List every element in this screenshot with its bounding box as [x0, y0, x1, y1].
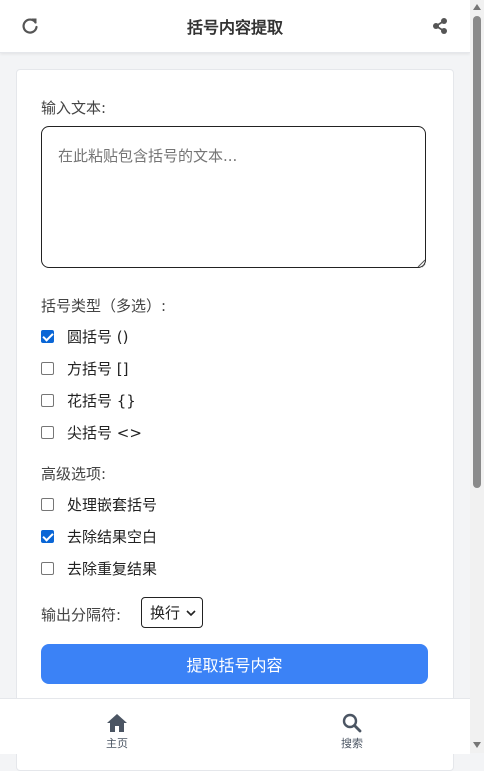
- input-label: 输入文本:: [41, 99, 107, 117]
- bracket-type-square[interactable]: 方括号 []: [41, 358, 128, 378]
- bracket-type-angle[interactable]: 尖括号 <>: [41, 422, 142, 442]
- advanced-label: 高级选项:: [41, 465, 107, 483]
- top-bar: 括号内容提取: [0, 0, 470, 53]
- checkbox-checked[interactable]: [41, 329, 54, 343]
- checkbox-label: 去除重复结果: [67, 559, 158, 578]
- checkbox-label: 圆括号 (): [67, 327, 129, 346]
- option-trim-whitespace[interactable]: 去除结果空白: [41, 526, 157, 546]
- nav-home[interactable]: 主页: [77, 699, 157, 754]
- option-dedupe[interactable]: 去除重复结果: [41, 558, 157, 578]
- bracket-types-label: 括号类型（多选）:: [41, 297, 167, 315]
- bracket-type-curly[interactable]: 花括号 {}: [41, 390, 136, 410]
- checkbox-unchecked[interactable]: [41, 561, 54, 575]
- nav-home-label: 主页: [106, 737, 128, 750]
- nav-search[interactable]: 搜索: [312, 699, 392, 754]
- checkbox-label: 方括号 []: [67, 359, 129, 378]
- page-title: 括号内容提取: [186, 18, 283, 37]
- scrollbar[interactable]: [470, 0, 484, 753]
- extract-button[interactable]: 提取括号内容: [41, 644, 428, 684]
- checkbox-unchecked[interactable]: [41, 361, 54, 375]
- separator-label: 输出分隔符:: [41, 606, 122, 624]
- refresh-icon[interactable]: [20, 16, 40, 36]
- chevron-down-icon: [186, 610, 196, 617]
- checkbox-label: 花括号 {}: [67, 391, 136, 410]
- option-nested[interactable]: 处理嵌套括号: [41, 494, 157, 514]
- text-input[interactable]: [41, 126, 426, 268]
- scroll-down-arrow-icon[interactable]: [473, 742, 481, 748]
- checkbox-checked[interactable]: [41, 529, 54, 543]
- scroll-thumb[interactable]: [473, 16, 481, 488]
- checkbox-unchecked[interactable]: [41, 425, 54, 439]
- checkbox-label: 处理嵌套括号: [67, 495, 158, 514]
- checkbox-unchecked[interactable]: [41, 497, 54, 511]
- bottom-nav: 主页 搜索: [0, 698, 470, 754]
- separator-value: 换行: [150, 604, 181, 622]
- checkbox-label: 尖括号 <>: [67, 423, 142, 442]
- bracket-type-round[interactable]: 圆括号 (): [41, 326, 128, 346]
- resize-grip-icon[interactable]: [416, 258, 426, 268]
- nav-search-label: 搜索: [341, 737, 363, 750]
- checkbox-unchecked[interactable]: [41, 393, 54, 407]
- separator-select[interactable]: 换行: [141, 597, 203, 628]
- scroll-up-arrow-icon[interactable]: [473, 4, 481, 10]
- home-icon: [107, 714, 127, 732]
- checkbox-label: 去除结果空白: [67, 527, 158, 546]
- share-icon[interactable]: [430, 16, 450, 36]
- search-icon: [342, 713, 362, 733]
